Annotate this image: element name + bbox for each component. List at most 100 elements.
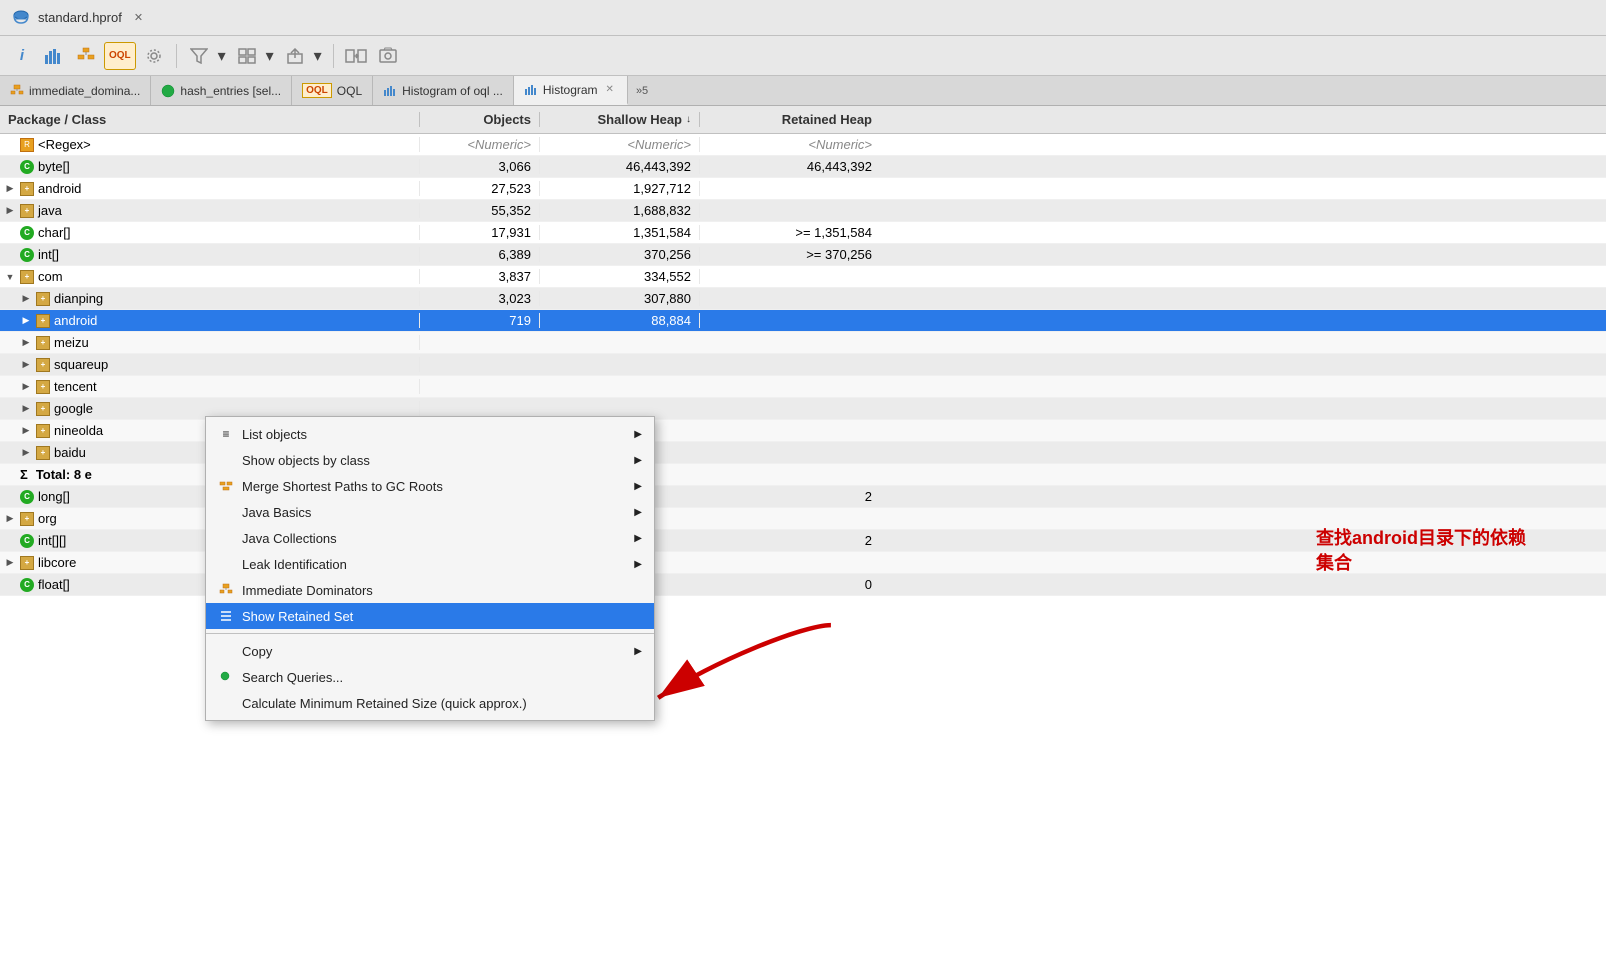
cell-shallow: 307,880 [540, 291, 700, 306]
view-dropdown[interactable]: ▾ [263, 42, 277, 70]
export-button[interactable] [281, 42, 309, 70]
tab-histogram-oql[interactable]: Histogram of oql ... [373, 76, 514, 105]
compare-button[interactable] [342, 42, 370, 70]
expand-btn[interactable]: ▶ [4, 513, 16, 525]
annotation: 查找android目录下的依赖 集合 [1316, 526, 1526, 576]
cell-package: ▶ + tencent [0, 379, 420, 394]
menu-item-calc-retained[interactable]: Calculate Minimum Retained Size (quick a… [206, 690, 654, 716]
tab-histogram[interactable]: Histogram ✕ [514, 76, 628, 105]
expand-btn[interactable]: ▶ [20, 337, 32, 349]
expand-btn[interactable]: ▶ [4, 183, 16, 195]
cell-package: ▼ + com [0, 269, 420, 284]
dominator-button[interactable] [72, 42, 100, 70]
menu-icon-java-basics [218, 504, 234, 520]
expand-btn[interactable]: ▶ [20, 403, 32, 415]
menu-item-immediate-dominators[interactable]: Immediate Dominators [206, 577, 654, 603]
export-group: ▾ [281, 42, 325, 70]
separator-1 [176, 44, 177, 68]
menu-item-copy[interactable]: Copy ▶ [206, 638, 654, 664]
filter-button[interactable] [185, 42, 213, 70]
menu-item-leak-identification[interactable]: Leak Identification ▶ [206, 551, 654, 577]
expand-btn[interactable]: ▶ [20, 447, 32, 459]
icon-package: + [36, 292, 50, 306]
menu-icon-search [218, 669, 234, 685]
expand-btn[interactable]: ▶ [20, 359, 32, 371]
tab-hash[interactable]: hash_entries [sel... [151, 76, 292, 105]
col-header-shallow[interactable]: Shallow Heap ↓ [540, 112, 700, 127]
expand-btn[interactable]: ▶ [4, 557, 16, 569]
app-icon [12, 9, 30, 27]
table-row[interactable]: ▶ + squareup [0, 354, 1606, 376]
table-row[interactable]: ▶ + java 55,352 1,688,832 [0, 200, 1606, 222]
menu-label-list-objects: List objects [242, 427, 307, 442]
sort-arrow-shallow: ↓ [686, 114, 691, 125]
icon-package: + [20, 270, 34, 284]
icon-regex: R [20, 138, 34, 152]
cell-package: ▶ + google [0, 401, 420, 416]
col-header-retained[interactable]: Retained Heap [700, 112, 880, 127]
menu-icon-merge [218, 478, 234, 494]
tab-more[interactable]: »5 [628, 76, 656, 105]
cell-retained: <Numeric> [700, 137, 880, 152]
menu-item-java-collections[interactable]: Java Collections ▶ [206, 525, 654, 551]
table-row[interactable]: C byte[] 3,066 46,443,392 46,443,392 [0, 156, 1606, 178]
cell-shallow: 1,351,584 [540, 225, 700, 240]
table-row[interactable]: C char[] 17,931 1,351,584 >= 1,351,584 [0, 222, 1606, 244]
col-header-objects[interactable]: Objects [420, 112, 540, 127]
table-row[interactable]: ▶ + meizu [0, 332, 1606, 354]
cell-package: C int[] [0, 247, 420, 262]
table-row[interactable]: R <Regex> <Numeric> <Numeric> <Numeric> [0, 134, 1606, 156]
table-row[interactable]: ▶ + dianping 3,023 307,880 [0, 288, 1606, 310]
menu-label-show-by-class: Show objects by class [242, 453, 370, 468]
table-row[interactable]: ▼ + com 3,837 334,552 [0, 266, 1606, 288]
menu-arrow: ▶ [634, 559, 642, 570]
tab-icon-histogram [524, 84, 538, 96]
filter-dropdown[interactable]: ▾ [215, 42, 229, 70]
cell-package: ▶ + meizu [0, 335, 420, 350]
menu-item-search-queries[interactable]: Search Queries... [206, 664, 654, 690]
tab-dominator[interactable]: immediate_domina... [0, 76, 151, 105]
menu-item-show-by-class[interactable]: Show objects by class ▶ [206, 447, 654, 473]
view-button[interactable] [233, 42, 261, 70]
expand-btn[interactable]: ▶ [20, 315, 32, 327]
table-row[interactable]: C int[] 6,389 370,256 >= 370,256 [0, 244, 1606, 266]
tab-oql[interactable]: OQL OQL [292, 76, 373, 105]
menu-arrow: ▶ [634, 533, 642, 544]
cell-package: ▶ + dianping [0, 291, 420, 306]
info-button[interactable]: i [8, 42, 36, 70]
menu-label-calc: Calculate Minimum Retained Size (quick a… [242, 696, 527, 711]
expand-btn[interactable]: ▶ [20, 381, 32, 393]
cell-package: ▶ + android [0, 313, 420, 328]
tabs-bar: immediate_domina... hash_entries [sel...… [0, 76, 1606, 106]
expand-btn[interactable]: ▶ [4, 205, 16, 217]
table-row[interactable]: ▶ + android 27,523 1,927,712 [0, 178, 1606, 200]
settings-button[interactable] [140, 42, 168, 70]
tab-histogram-close[interactable]: ✕ [603, 83, 617, 96]
snapshot-button[interactable] [374, 42, 402, 70]
menu-item-show-retained-set[interactable]: Show Retained Set [206, 603, 654, 629]
table-row-selected[interactable]: ▶ + android 719 88,884 [0, 310, 1606, 332]
icon-class-green: C [20, 226, 34, 240]
menu-item-list-objects[interactable]: ≡ List objects ▶ [206, 421, 654, 447]
expand-btn[interactable]: ▶ [20, 293, 32, 305]
menu-item-merge-shortest[interactable]: Merge Shortest Paths to GC Roots ▶ [206, 473, 654, 499]
cell-objects: 55,352 [420, 203, 540, 218]
cell-objects: 3,023 [420, 291, 540, 306]
icon-class-green: C [20, 490, 34, 504]
title-bar: standard.hprof ✕ [0, 0, 1606, 36]
oql-button[interactable]: OQL [104, 42, 136, 70]
cell-retained: >= 1,351,584 [700, 225, 880, 240]
export-dropdown[interactable]: ▾ [311, 42, 325, 70]
menu-label-merge: Merge Shortest Paths to GC Roots [242, 479, 443, 494]
table-row[interactable]: ▶ + tencent [0, 376, 1606, 398]
expand-btn[interactable]: ▶ [20, 425, 32, 437]
icon-package: + [36, 402, 50, 416]
title-close[interactable]: ✕ [130, 9, 147, 26]
expand-btn[interactable]: ▼ [4, 271, 16, 283]
cell-shallow: 370,256 [540, 247, 700, 262]
histogram-button[interactable] [40, 42, 68, 70]
menu-item-java-basics[interactable]: Java Basics ▶ [206, 499, 654, 525]
cell-shallow: 1,927,712 [540, 181, 700, 196]
icon-package: + [20, 204, 34, 218]
icon-class-green: C [20, 160, 34, 174]
